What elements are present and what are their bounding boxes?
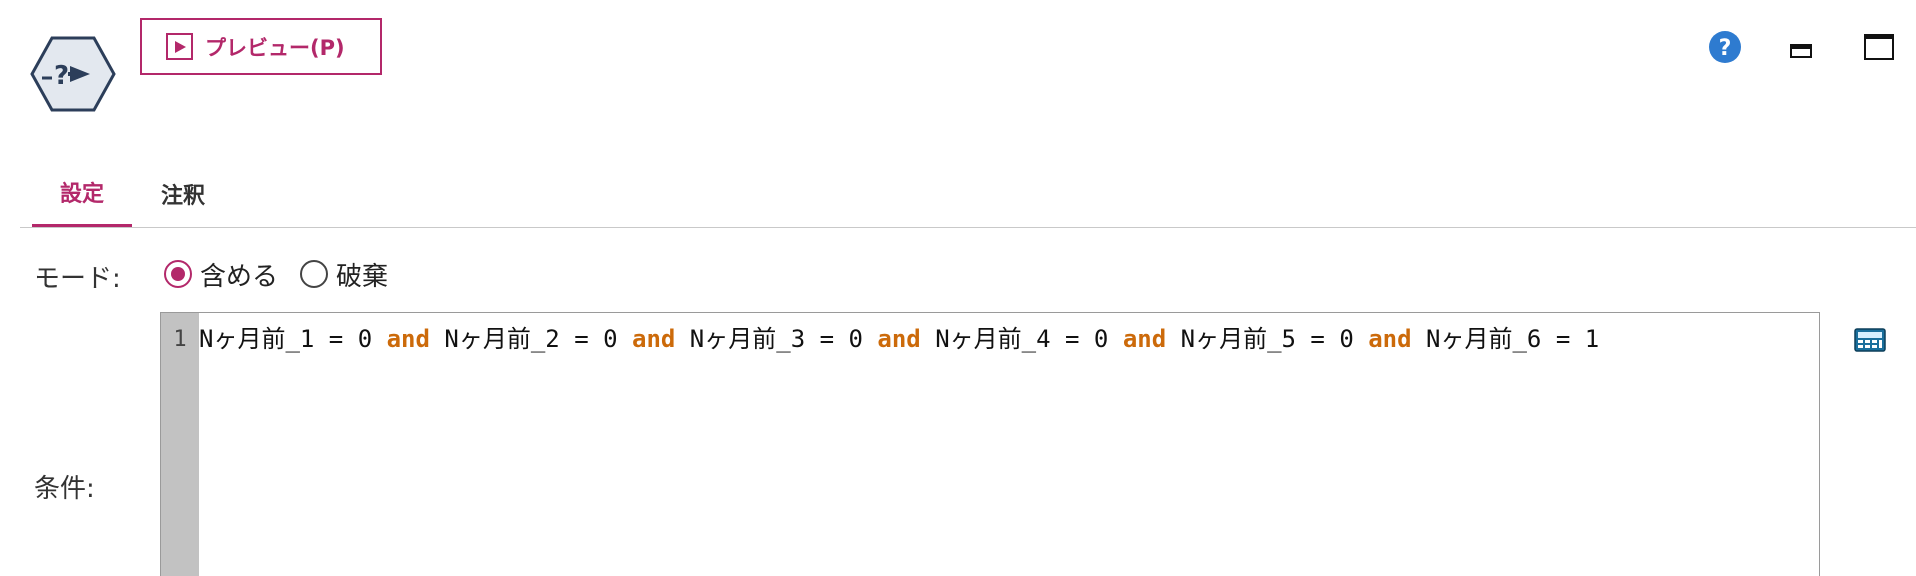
include-radio[interactable] xyxy=(164,260,192,288)
editor-gutter xyxy=(161,313,199,576)
code-keyword: and xyxy=(632,325,676,353)
include-radio-label[interactable]: 含める xyxy=(200,256,278,293)
help-icon[interactable]: ? xyxy=(1708,30,1742,64)
code-keyword: and xyxy=(1368,325,1412,353)
code-line[interactable]: Nヶ月前_1 = 0 and Nヶ月前_2 = 0 and Nヶ月前_3 = 0… xyxy=(199,319,1599,354)
code-token: Nヶ月前_2 = 0 xyxy=(429,325,632,353)
discard-radio[interactable] xyxy=(300,260,329,288)
tab-divider xyxy=(20,227,1916,228)
mode-radio-group: 含める 破棄 xyxy=(164,256,410,292)
code-token: Nヶ月前_3 = 0 xyxy=(675,325,878,353)
svg-text:?: ? xyxy=(1719,36,1732,61)
code-token: Nヶ月前_1 = 0 xyxy=(199,325,387,353)
line-number: 1 xyxy=(173,327,187,352)
preview-button[interactable]: プレビュー(P) xyxy=(140,18,382,75)
calculator-icon[interactable] xyxy=(1854,328,1886,352)
condition-editor[interactable]: 1 Nヶ月前_1 = 0 and Nヶ月前_2 = 0 and Nヶ月前_3 =… xyxy=(160,312,1820,576)
mode-label: モード: xyxy=(34,264,121,294)
preview-button-label: プレビュー(P) xyxy=(205,35,345,60)
play-icon xyxy=(166,33,193,60)
code-keyword: and xyxy=(877,325,921,353)
svg-text:?: ? xyxy=(54,61,69,91)
code-keyword: and xyxy=(386,325,430,353)
code-token: Nヶ月前_5 = 0 xyxy=(1166,325,1369,353)
tab-annotations[interactable]: 注釈 xyxy=(136,160,230,228)
code-keyword: and xyxy=(1122,325,1167,353)
code-token: Nヶ月前_4 = 0 xyxy=(920,325,1123,353)
condition-label: 条件: xyxy=(34,474,95,504)
discard-radio-label[interactable]: 破棄 xyxy=(336,256,388,293)
maximize-icon[interactable] xyxy=(1864,34,1894,60)
code-token: Nヶ月前_6 = 1 xyxy=(1411,325,1600,353)
minimize-icon[interactable] xyxy=(1790,44,1812,58)
select-node-icon: ? xyxy=(30,36,116,112)
tab-settings[interactable]: 設定 xyxy=(32,160,132,228)
tab-bar: 設定 注釈 xyxy=(20,160,1916,228)
